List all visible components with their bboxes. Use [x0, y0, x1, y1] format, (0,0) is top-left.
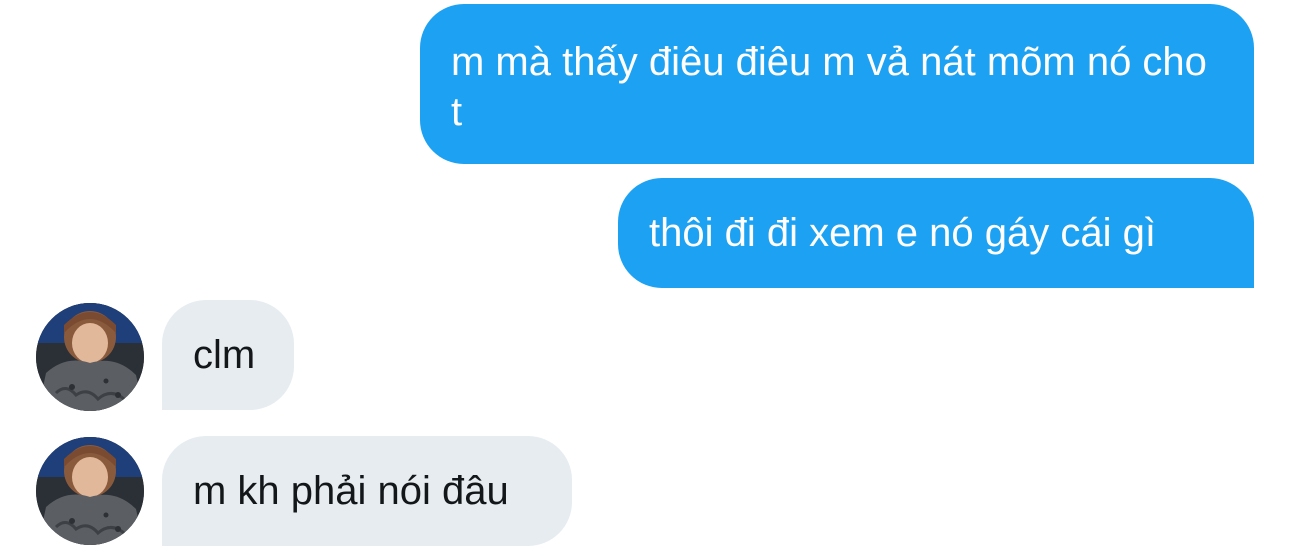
avatar[interactable] — [36, 437, 144, 545]
sent-message-bubble[interactable]: m mà thấy điêu điêu m vả nát mõm nó cho … — [420, 4, 1254, 164]
message-thread: m mà thấy điêu điêu m vả nát mõm nó cho … — [0, 0, 1290, 558]
sent-message-bubble[interactable]: thôi đi đi xem e nó gáy cái gì — [618, 178, 1254, 288]
avatar[interactable] — [36, 303, 144, 411]
message-text: clm — [193, 333, 256, 377]
message-text: m kh phải nói đâu — [193, 469, 509, 513]
received-message-bubble[interactable]: clm — [162, 300, 294, 410]
message-text: m mà thấy điêu điêu m vả nát mõm nó cho … — [451, 40, 1207, 134]
received-message-bubble[interactable]: m kh phải nói đâu — [162, 436, 572, 546]
message-text: thôi đi đi xem e nó gáy cái gì — [649, 211, 1156, 255]
